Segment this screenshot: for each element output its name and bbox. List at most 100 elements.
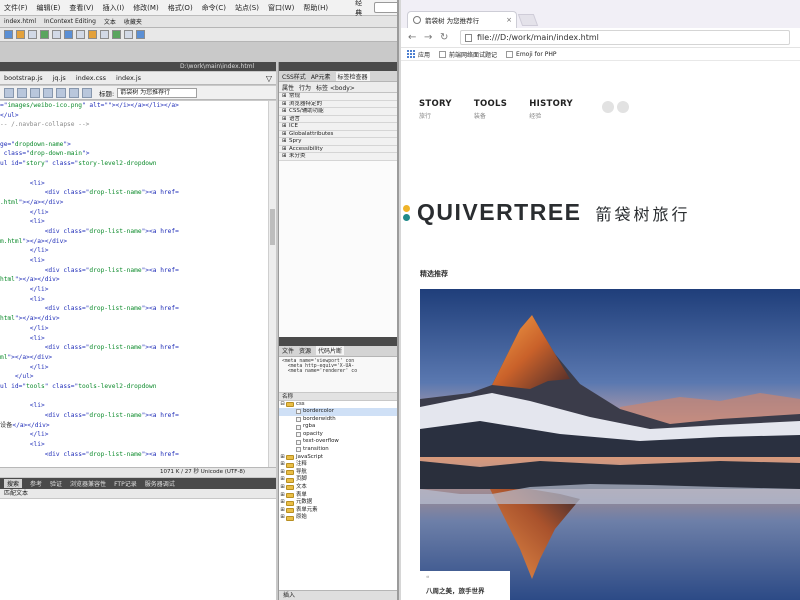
workspace-label[interactable]: 经典 — [355, 0, 368, 18]
expand-icon[interactable]: ⊞ — [279, 499, 286, 507]
menu-item[interactable]: 帮助(H) — [303, 3, 328, 13]
bookmark-apps[interactable]: 应用 — [407, 50, 430, 59]
related-file-tab[interactable]: index.css — [76, 74, 106, 82]
address-bar[interactable]: file:///D:/work/main/index.html — [460, 30, 790, 45]
insert-tab[interactable]: 收藏夹 — [124, 17, 142, 26]
results-tab[interactable]: 参考 — [30, 479, 42, 488]
scrollbar-thumb[interactable] — [270, 209, 275, 245]
expand-icon[interactable]: ⊟ — [279, 401, 286, 409]
tree-item[interactable]: ⊞ 元数据 — [279, 499, 397, 507]
menu-item[interactable]: 命令(C) — [202, 3, 226, 13]
live-view-icon[interactable] — [43, 88, 53, 98]
subtab-behaviors[interactable]: 行为 — [299, 83, 311, 92]
tree-item[interactable]: text-overflow — [279, 438, 397, 446]
subtab-attributes[interactable]: 属性 — [282, 83, 294, 92]
anchor-icon[interactable] — [28, 30, 37, 39]
nav-item-story[interactable]: STORY 旅行 — [419, 99, 452, 120]
server-include-icon[interactable] — [88, 30, 97, 39]
results-tab[interactable]: FTP记录 — [114, 479, 137, 488]
insert-tab[interactable]: index.html — [4, 18, 36, 25]
related-file-tab[interactable]: index.js — [116, 74, 141, 82]
inspect-icon[interactable] — [56, 88, 66, 98]
tab-tag-inspector[interactable]: 标签检查器 — [336, 72, 370, 81]
site-logo[interactable]: QUIVERTREE 箭袋树旅行 — [403, 199, 691, 226]
new-tab-button[interactable] — [518, 14, 538, 26]
email-link-icon[interactable] — [16, 30, 25, 39]
results-tab[interactable]: 验证 — [50, 479, 62, 488]
menu-item[interactable]: 格式(O) — [168, 3, 193, 13]
code-editor[interactable]: ="images/weibo-ico.png" alt=""></i></a><… — [0, 101, 268, 467]
attribute-category[interactable]: ⊞ 浏览器特定的 — [279, 101, 397, 109]
results-tab[interactable]: 浏览器兼容性 — [70, 479, 106, 488]
tab-assets[interactable]: 资源 — [299, 346, 311, 355]
workspace-switcher[interactable]: 经典 — [355, 0, 399, 18]
nav-item-tools[interactable]: TOOLS 装备 — [474, 99, 507, 120]
attribute-category[interactable]: ⊞ 常规 — [279, 93, 397, 101]
attribute-category[interactable]: ⊞ 语言 — [279, 116, 397, 124]
head-icon[interactable] — [112, 30, 121, 39]
back-arrow-icon[interactable]: ← — [408, 32, 416, 43]
tree-item[interactable]: rgba — [279, 423, 397, 431]
expand-icon[interactable]: ⊞ — [279, 454, 286, 462]
tab-snippets[interactable]: 代码片断 — [316, 346, 344, 355]
refresh-icon[interactable] — [82, 88, 92, 98]
attribute-category[interactable]: ⊞ Spry — [279, 138, 397, 146]
browser-tab[interactable]: 箭袋树 为您推荐行 × — [407, 11, 517, 28]
attribute-category[interactable]: ⊞ 未分类 — [279, 153, 397, 161]
attribute-category[interactable]: ⊞ ICE — [279, 123, 397, 131]
attribute-category[interactable]: ⊞ Globalattributes — [279, 131, 397, 139]
preview-icon[interactable] — [69, 88, 79, 98]
tree-item[interactable]: ⊞ 文本 — [279, 484, 397, 492]
wechat-icon[interactable] — [602, 101, 614, 113]
close-tab-icon[interactable]: × — [506, 16, 512, 24]
featured-caption[interactable]: ❝ 八周之美，旅手世界 — [420, 571, 510, 600]
code-view-icon[interactable] — [4, 88, 14, 98]
expand-icon[interactable]: ⊞ — [282, 116, 289, 124]
results-tab[interactable]: 搜索 — [4, 479, 22, 488]
script-icon[interactable] — [124, 30, 133, 39]
menu-item[interactable]: 修改(M) — [133, 3, 159, 13]
reload-icon[interactable]: ↻ — [440, 32, 448, 43]
results-tab[interactable]: 服务器调试 — [145, 479, 175, 488]
tree-item[interactable]: ⊞ 页脚 — [279, 476, 397, 484]
nav-item-history[interactable]: HISTORY 经验 — [529, 99, 573, 120]
tree-item[interactable]: borderwidth — [279, 416, 397, 424]
url-text[interactable]: file:///D:/work/main/index.html — [477, 33, 599, 42]
expand-icon[interactable]: ⊞ — [279, 492, 286, 500]
expand-icon[interactable]: ⊞ — [282, 153, 289, 161]
help-search-input[interactable] — [374, 2, 399, 13]
bookmark-item[interactable]: Emoji for PHP — [506, 51, 556, 58]
expand-icon[interactable]: ⊞ — [282, 93, 289, 101]
menu-item[interactable]: 编辑(E) — [37, 3, 61, 13]
related-file-tab[interactable]: jq.js — [53, 74, 66, 82]
expand-icon[interactable]: ⊞ — [279, 476, 286, 484]
menu-item[interactable]: 文件(F) — [4, 3, 28, 13]
menu-item[interactable]: 窗口(W) — [268, 3, 294, 13]
tree-item[interactable]: bordercolor — [279, 408, 397, 416]
insert-tab[interactable]: InContext Editing — [44, 18, 96, 25]
filter-icon[interactable]: ▽ — [266, 74, 272, 83]
expand-icon[interactable]: ⊞ — [279, 507, 286, 515]
tree-item[interactable]: opacity — [279, 431, 397, 439]
template-icon[interactable] — [136, 30, 145, 39]
tab-css-styles[interactable]: CSS样式 — [282, 72, 306, 81]
featured-image[interactable] — [420, 289, 800, 600]
expand-icon[interactable]: ⊞ — [282, 138, 289, 146]
expand-icon[interactable]: ⊞ — [279, 461, 286, 469]
document-title-input[interactable]: 箭袋树 为您推荐行 — [117, 88, 197, 98]
tree-item[interactable]: ⊞ 注释 — [279, 461, 397, 469]
menu-item[interactable]: 站点(S) — [235, 3, 259, 13]
expand-icon[interactable]: ⊞ — [282, 131, 289, 139]
weibo-icon[interactable] — [617, 101, 629, 113]
expand-icon[interactable]: ⊞ — [279, 514, 286, 522]
expand-icon[interactable]: ⊞ — [282, 123, 289, 131]
table-icon[interactable] — [40, 30, 49, 39]
expand-icon[interactable]: ⊞ — [282, 108, 289, 116]
bookmark-item[interactable]: 前端网络面试题记 — [439, 50, 497, 59]
forward-arrow-icon[interactable]: → — [424, 32, 432, 43]
expand-icon[interactable]: ⊞ — [282, 146, 289, 154]
tree-item[interactable]: transition — [279, 446, 397, 454]
code-scrollbar[interactable] — [268, 101, 276, 467]
attribute-category[interactable]: ⊞ CSS/辅助功能 — [279, 108, 397, 116]
expand-icon[interactable]: ⊞ — [279, 484, 286, 492]
